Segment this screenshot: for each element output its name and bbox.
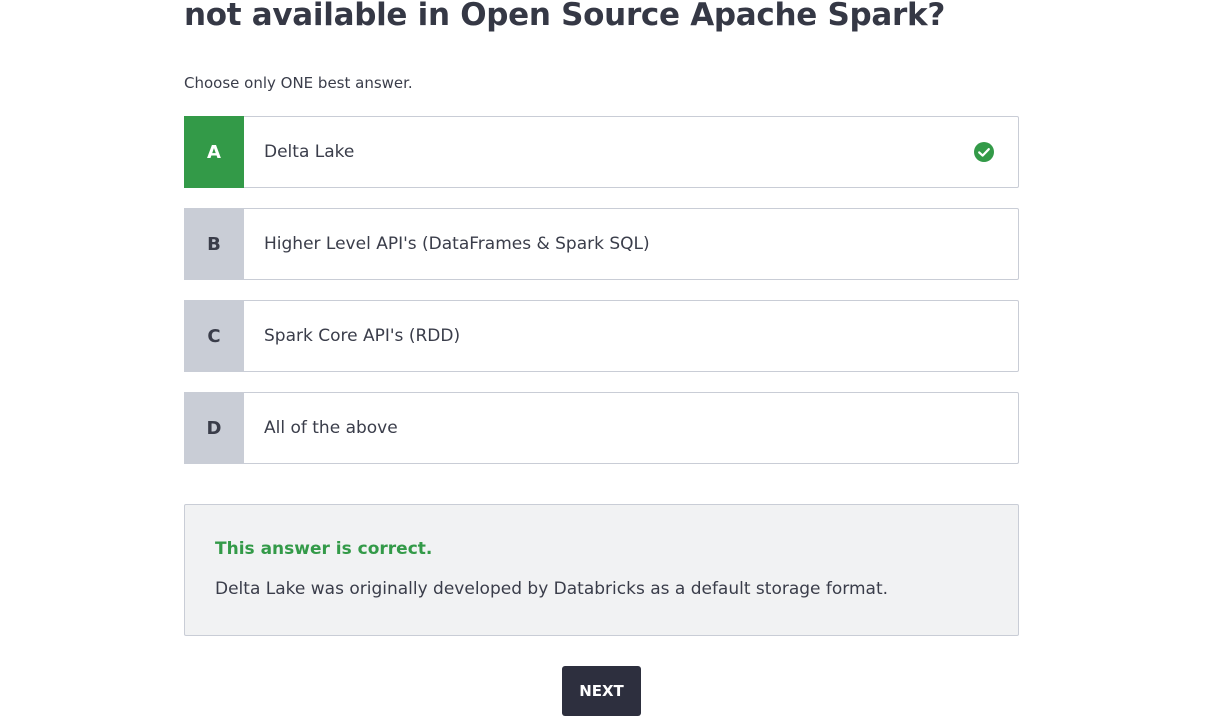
option-d[interactable]: D All of the above <box>184 392 1019 464</box>
option-text: Higher Level API's (DataFrames & Spark S… <box>264 234 650 254</box>
option-letter: B <box>184 208 244 280</box>
feedback-title: This answer is correct. <box>215 539 433 559</box>
option-text: All of the above <box>264 418 398 438</box>
option-text: Delta Lake <box>264 142 355 162</box>
answer-options: A Delta Lake B Higher Level API's (DataF… <box>184 116 1019 484</box>
answer-feedback-panel: This answer is correct. Delta Lake was o… <box>184 504 1019 636</box>
option-a[interactable]: A Delta Lake <box>184 116 1019 188</box>
quiz-page: not available in Open Source Apache Spar… <box>0 0 1212 727</box>
option-b[interactable]: B Higher Level API's (DataFrames & Spark… <box>184 208 1019 280</box>
check-circle-icon <box>974 142 994 162</box>
option-letter: A <box>184 116 244 188</box>
option-letter: C <box>184 300 244 372</box>
next-button[interactable]: NEXT <box>562 666 641 716</box>
question-title: not available in Open Source Apache Spar… <box>184 0 946 33</box>
option-letter: D <box>184 392 244 464</box>
option-c[interactable]: C Spark Core API's (RDD) <box>184 300 1019 372</box>
answer-instructions: Choose only ONE best answer. <box>184 74 413 92</box>
feedback-explanation: Delta Lake was originally developed by D… <box>215 579 889 599</box>
option-text: Spark Core API's (RDD) <box>264 326 461 346</box>
